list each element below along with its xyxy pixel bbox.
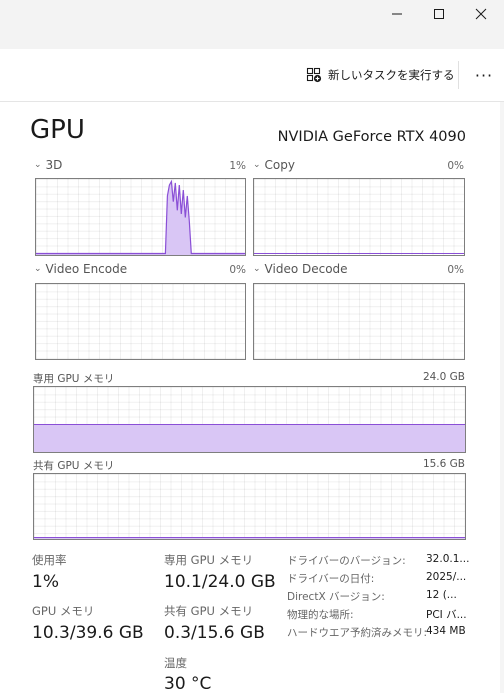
utilization-area [36,181,245,255]
engine-selector-copy[interactable]: ⌄ Copy [253,158,295,172]
temperature-value: 30 °C [164,674,212,694]
dedicated-memory-graph [33,386,466,453]
utilization-value: 1% [32,572,59,592]
shared-memory-label: 共有 GPU メモリ [164,604,254,618]
engine-label: Video Encode [45,262,128,276]
engine-graph-video-encode [35,283,246,360]
new-task-icon [306,67,322,83]
engine-selector-3d[interactable]: ⌄ 3D [34,158,62,172]
scrollbar-track[interactable] [500,102,504,693]
engine-graph-copy [253,178,465,256]
engine-label: Video Decode [264,262,348,276]
engine-percent: 0% [229,264,246,276]
toolbar: 新しいタスクを実行する ··· [0,49,504,102]
close-icon [475,8,487,20]
gpu-device-name: NVIDIA GeForce RTX 4090 [277,129,466,145]
shared-memory-value: 0.3/15.6 GB [164,623,265,643]
chevron-down-icon: ⌄ [34,264,42,274]
dedicated-memory-label: 専用 GPU メモリ [164,553,254,567]
directx-version-value: 12 (... [426,589,457,601]
engine-selector-video-encode[interactable]: ⌄ Video Encode [34,262,127,276]
chevron-down-icon: ⌄ [34,160,42,170]
more-options-button[interactable]: ··· [470,63,498,87]
engine-graph-video-decode [253,283,465,360]
maximize-button[interactable] [416,0,462,28]
driver-version-label: ドライバーのバージョン: [287,555,406,567]
utilization-line [36,179,245,255]
engine-graph-copy-plot [254,253,464,254]
engine-graph-3d-plot [36,179,245,255]
engine-label: 3D [45,158,63,172]
minimize-button[interactable] [374,0,420,28]
dedicated-memory-graph-max: 24.0 GB [422,371,465,383]
run-new-task-button[interactable]: 新しいタスクを実行する [306,63,455,87]
engine-graph-3d [35,178,246,256]
run-new-task-label: 新しいタスクを実行する [328,68,455,82]
dedicated-memory-value: 10.1/24.0 GB [164,572,276,592]
reserved-memory-label: ハードウエア予約済みメモリ: [287,627,428,639]
dedicated-memory-fill [34,424,465,452]
shared-memory-graph [33,473,466,540]
utilization-label: 使用率 [32,553,67,567]
engine-percent: 0% [447,264,464,276]
engine-selector-video-decode[interactable]: ⌄ Video Decode [253,262,348,276]
more-icon: ··· [474,65,494,85]
toolbar-divider [458,61,459,89]
temperature-label: 温度 [164,656,187,670]
gpu-memory-label: GPU メモリ [32,604,95,618]
shared-memory-graph-label: 共有 GPU メモリ [33,460,115,472]
minimize-icon [392,13,402,15]
dedicated-memory-graph-label: 専用 GPU メモリ [33,373,115,385]
chevron-down-icon: ⌄ [253,160,261,170]
page-title: GPU [30,115,85,145]
close-button[interactable] [458,0,504,28]
driver-version-value: 32.0.1... [426,553,470,565]
gpu-memory-value: 10.3/39.6 GB [32,623,144,643]
directx-version-label: DirectX バージョン: [287,591,385,603]
physical-location-value: PCI バ... [426,609,467,621]
engine-percent: 1% [229,160,246,172]
engine-percent: 0% [447,160,464,172]
chevron-down-icon: ⌄ [253,264,261,274]
driver-date-value: 2025/... [426,571,467,583]
shared-memory-graph-max: 15.6 GB [422,458,465,470]
physical-location-label: 物理的な場所: [287,609,354,621]
shared-memory-fill [34,537,465,539]
reserved-memory-value: 434 MB [426,625,466,637]
maximize-icon [434,9,444,19]
engine-label: Copy [264,158,295,172]
driver-date-label: ドライバーの日付: [287,573,375,585]
title-bar [0,0,504,49]
